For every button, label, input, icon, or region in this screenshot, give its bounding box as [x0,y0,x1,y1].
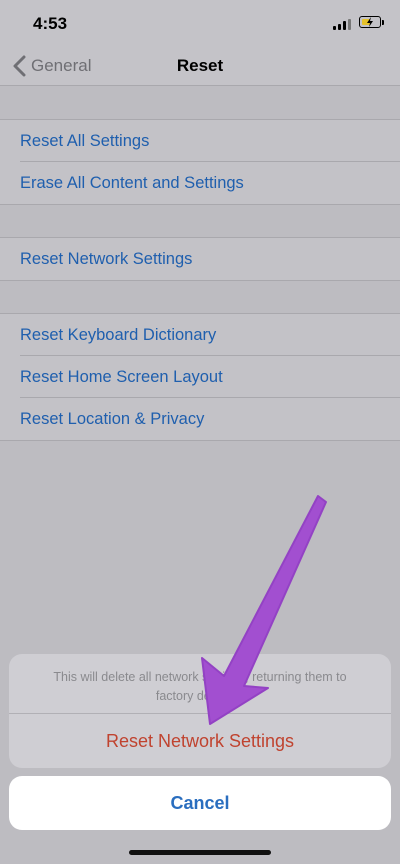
erase-all-content-row[interactable]: Erase All Content and Settings [0,162,400,204]
settings-group-1: Reset All Settings Erase All Content and… [0,119,400,205]
action-sheet: This will delete all network settings, r… [9,654,391,768]
reset-keyboard-dictionary-row[interactable]: Reset Keyboard Dictionary [0,314,400,356]
reset-all-settings-row[interactable]: Reset All Settings [0,120,400,162]
home-indicator [129,850,271,855]
reset-location-privacy-row[interactable]: Reset Location & Privacy [0,398,400,440]
navigation-bar: General Reset [0,46,400,86]
signal-icon [333,18,351,30]
settings-group-2: Reset Network Settings [0,237,400,281]
cancel-button[interactable]: Cancel [9,776,391,830]
action-sheet-message: This will delete all network settings, r… [53,670,347,703]
battery-cap [382,20,384,25]
reset-network-settings-row[interactable]: Reset Network Settings [0,238,400,280]
status-bar: 4:53 [0,0,400,46]
reset-home-screen-layout-row[interactable]: Reset Home Screen Layout [0,356,400,398]
confirm-reset-network-button[interactable]: Reset Network Settings [9,714,391,768]
settings-group-3: Reset Keyboard Dictionary Reset Home Scr… [0,313,400,441]
battery-icon [359,16,381,28]
page-title: Reset [176,56,224,75]
status-time: 4:53 [33,14,68,33]
